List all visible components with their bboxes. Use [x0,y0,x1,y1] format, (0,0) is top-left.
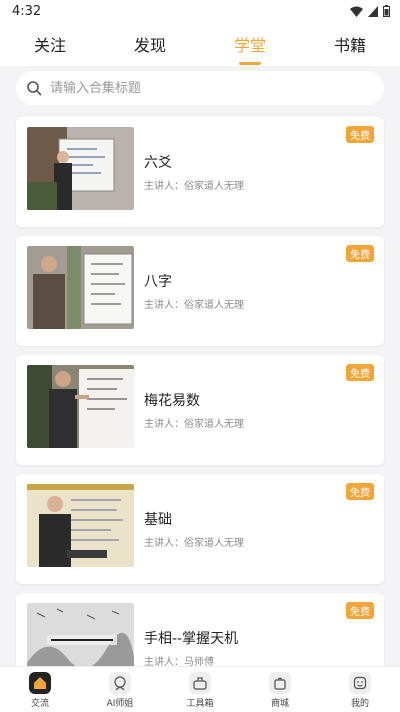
course-thumbnail [27,365,134,448]
wifi-icon [350,6,363,17]
search-icon [27,81,42,96]
top-tab-bar: 关注 发现 学堂 书籍 [0,24,400,66]
course-presenter: 主讲人：俗家道人无理 [144,181,244,192]
tab-school[interactable]: 学堂 [215,32,285,65]
course-list: 免费 六爻 主讲人：俗家道人无理 免费 八字 主讲人：俗家道人无理 免费 梅花易… [0,112,400,666]
nav-label: 交流 [30,699,49,709]
nav-item-shop[interactable]: 商城 [250,672,310,709]
bottom-nav-bar: 交流 AI师姐 工具箱 商城 我的 [0,666,400,712]
free-badge: 免费 [346,126,374,143]
status-icons [350,5,390,17]
course-title: 手相--掌握天机 [144,631,239,647]
course-card[interactable]: 免费 基础 主讲人：俗家道人无理 [16,474,384,584]
search-bar[interactable] [16,71,384,105]
course-title: 六爻 [144,155,172,171]
course-title: 基础 [144,512,172,528]
nav-label: 商城 [270,699,289,709]
course-card[interactable]: 免费 六爻 主讲人：俗家道人无理 [16,117,384,227]
tab-label: 发现 [133,36,166,55]
course-thumbnail [27,246,134,329]
shopping-bag-icon [269,672,291,694]
nav-label: 我的 [350,699,369,709]
tab-discover[interactable]: 发现 [115,32,185,56]
course-thumbnail [27,484,134,567]
course-card[interactable]: 免费 八字 主讲人：俗家道人无理 [16,236,384,346]
tab-follow[interactable]: 关注 [15,32,85,56]
profile-icon [349,672,371,694]
status-time: 4:32 [12,4,42,19]
battery-icon [383,5,390,17]
tab-books[interactable]: 书籍 [315,32,385,56]
free-badge: 免费 [346,364,374,381]
ai-assistant-icon [109,672,131,694]
course-title: 八字 [144,274,172,290]
course-presenter: 主讲人：马师傅 [144,657,214,666]
search-section [0,66,400,112]
free-badge: 免费 [346,245,374,262]
nav-item-toolbox[interactable]: 工具箱 [170,672,230,709]
free-badge: 免费 [346,602,374,619]
active-tab-indicator [239,62,261,65]
signal-icon [368,5,378,17]
course-card[interactable]: 免费 手相--掌握天机 主讲人：马师傅 [16,593,384,666]
course-thumbnail [27,603,134,666]
tab-label: 关注 [33,36,66,55]
course-presenter: 主讲人：俗家道人无理 [144,419,244,430]
status-bar: 4:32 [0,0,400,24]
search-input[interactable] [48,79,352,97]
nav-item-profile[interactable]: 我的 [330,672,390,709]
nav-item-ai-assistant[interactable]: AI师姐 [90,672,150,709]
home-icon [29,672,51,694]
nav-item-community[interactable]: 交流 [10,672,70,709]
course-presenter: 主讲人：俗家道人无理 [144,300,244,311]
nav-label: AI师姐 [106,699,134,709]
course-thumbnail [27,127,134,210]
nav-label: 工具箱 [186,699,214,709]
tab-label: 学堂 [233,36,266,55]
course-card[interactable]: 免费 梅花易数 主讲人：俗家道人无理 [16,355,384,465]
toolbox-icon [189,672,211,694]
course-presenter: 主讲人：俗家道人无理 [144,538,244,549]
free-badge: 免费 [346,483,374,500]
course-title: 梅花易数 [144,393,200,409]
tab-label: 书籍 [333,36,366,55]
